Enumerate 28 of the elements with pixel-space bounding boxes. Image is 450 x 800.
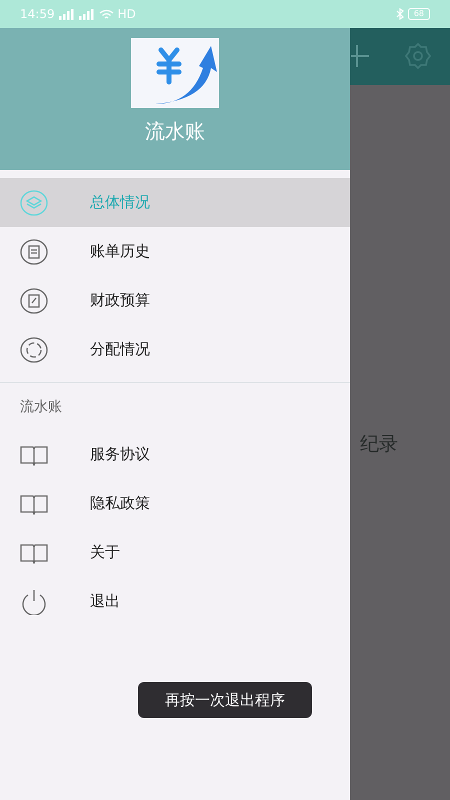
menu-item[interactable]: 服务协议: [0, 430, 350, 479]
toast-message: 再按一次退出程序: [138, 682, 312, 718]
menu-item[interactable]: 分配情况: [0, 325, 350, 374]
bluetooth-icon: [396, 8, 404, 20]
book-icon: [20, 444, 48, 466]
menu-item[interactable]: 退出: [0, 577, 350, 626]
settings-icon[interactable]: [404, 42, 432, 70]
signal-icon: [78, 8, 95, 20]
book-icon: [20, 492, 48, 514]
battery-indicator: 68: [408, 8, 430, 20]
time-text: 14:59: [20, 6, 55, 23]
menu-item[interactable]: 账单历史: [0, 227, 350, 276]
layers-icon: [20, 190, 48, 216]
menu-item[interactable]: 关于: [0, 528, 350, 577]
drawer-title: 流水账: [145, 118, 205, 145]
network-text: HD: [118, 6, 136, 23]
power-icon: [20, 588, 48, 614]
section-title: 流水账: [19, 398, 63, 417]
wifi-icon: [98, 8, 114, 20]
background-text: 纪录: [360, 432, 398, 457]
add-icon[interactable]: [351, 44, 369, 68]
document-icon: [20, 238, 48, 264]
signal-icon: [58, 8, 75, 20]
book-icon: [20, 542, 48, 564]
cycle-icon: [20, 336, 48, 362]
menu-item[interactable]: 隐私政策: [0, 479, 350, 528]
edit-icon: [20, 288, 48, 314]
menu-item[interactable]: 财政预算: [0, 276, 350, 325]
